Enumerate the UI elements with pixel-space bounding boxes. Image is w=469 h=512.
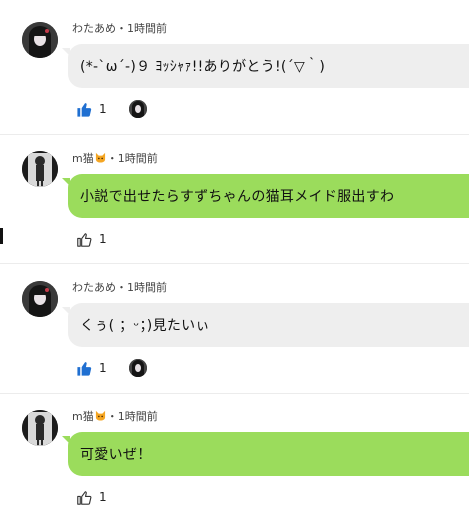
meta-separator: ・ [116,281,127,294]
comment-text: くぅ( ；ᵕ；)見たいぃ [80,318,210,334]
thumbs-up-icon[interactable] [76,231,93,248]
comment-meta: わたあめ・1時間前 [72,20,167,36]
dark-hair-girl-avatar-icon [22,22,58,58]
dark-hair-girl-avatar-icon [22,281,58,317]
comment-meta: m猫 ・1時間前 [72,408,158,424]
timestamp: 1時間前 [117,152,158,165]
like-button[interactable]: 1 [76,358,107,378]
standing-figure-avatar-icon [22,410,58,446]
like-button[interactable]: 1 [76,229,107,249]
username[interactable]: わたあめ [72,281,116,294]
like-count: 1 [99,102,107,116]
user-avatar[interactable] [22,281,58,317]
user-avatar[interactable] [22,410,58,446]
meta-separator: ・ [116,22,127,35]
timestamp: 1時間前 [117,410,158,423]
comment-bubble: くぅ( ；ᵕ；)見たいぃ [68,303,469,347]
comment-bubble: 小説で出せたらすずちゃんの猫耳メイド服出すわ [68,174,469,218]
comment-meta: m猫 ・1時間前 [72,150,158,166]
thumbs-up-icon[interactable] [76,101,93,118]
like-button[interactable]: 1 [76,487,107,507]
user-avatar[interactable] [22,22,58,58]
standing-figure-avatar-icon [22,151,58,187]
user-avatar[interactable] [22,151,58,187]
cat-face-icon [95,152,105,163]
username[interactable]: わたあめ [72,22,116,35]
comment-text: 可愛いぜ！ [80,447,152,463]
comment-text: 小説で出せたらすずちゃんの猫耳メイド服出すわ [80,189,395,205]
comment-text: (*-`ω´-)９ ﾖｯｼｬｧ!!ありがとう!(´▽｀) [80,59,326,75]
left-edge [0,0,3,512]
comment-bubble: (*-`ω´-)９ ﾖｯｼｬｧ!!ありがとう!(´▽｀) [68,44,469,88]
comment-divider [0,263,469,264]
like-count: 1 [99,490,107,504]
meta-separator: ・ [106,410,118,423]
username[interactable]: m猫 [72,410,94,423]
thumbs-up-icon[interactable] [76,489,93,506]
edge-marker [0,228,3,244]
timestamp: 1時間前 [127,22,167,35]
liker-avatar[interactable] [129,359,147,377]
like-button[interactable]: 1 [76,99,107,119]
liker-avatar[interactable] [129,100,147,118]
like-count: 1 [99,232,107,246]
thumbs-up-icon[interactable] [76,360,93,377]
username[interactable]: m猫 [72,152,94,165]
comment-divider [0,134,469,135]
comment-bubble: 可愛いぜ！ [68,432,469,476]
timestamp: 1時間前 [127,281,167,294]
cat-face-icon [95,410,105,421]
comment-divider [0,393,469,394]
liker-avatar-icon [129,359,147,377]
comment-meta: わたあめ・1時間前 [72,279,167,295]
liker-avatar-icon [129,100,147,118]
meta-separator: ・ [106,152,118,165]
like-count: 1 [99,361,107,375]
